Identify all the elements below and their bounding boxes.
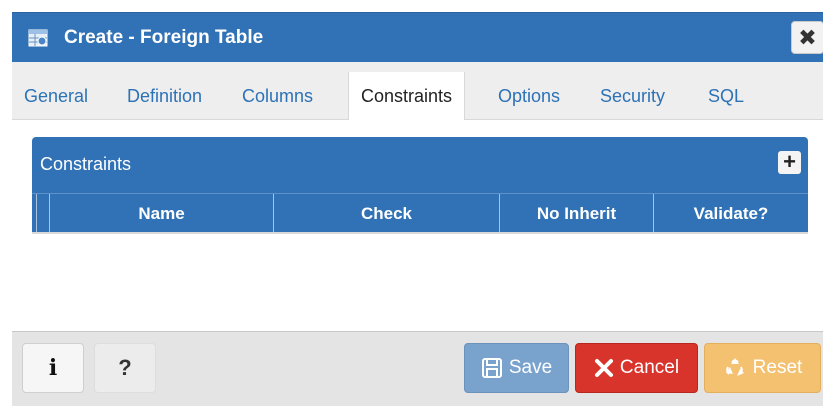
table-divider bbox=[32, 232, 808, 234]
save-button[interactable]: Save bbox=[464, 343, 569, 393]
x-icon bbox=[594, 358, 614, 378]
tab-bar: General Definition Columns Constraints O… bbox=[12, 62, 823, 120]
tab-security[interactable]: Security bbox=[600, 86, 665, 107]
info-icon: i bbox=[48, 355, 58, 381]
dialog-titlebar[interactable]: Create - Foreign Table ✖ bbox=[12, 12, 823, 62]
tab-options[interactable]: Options bbox=[498, 86, 560, 107]
close-button[interactable]: ✖ bbox=[791, 21, 823, 54]
row-select-column bbox=[36, 194, 49, 233]
tab-sql[interactable]: SQL bbox=[708, 86, 744, 107]
dialog-title: Create - Foreign Table bbox=[64, 27, 264, 48]
reset-label: Reset bbox=[752, 357, 803, 378]
constraints-panel-header: Constraints + bbox=[32, 137, 808, 193]
close-icon: ✖ bbox=[798, 24, 817, 50]
reset-button[interactable]: Reset bbox=[704, 343, 821, 393]
save-icon bbox=[481, 357, 503, 379]
column-header-validate[interactable]: Validate? bbox=[653, 194, 808, 233]
column-header-no-inherit[interactable]: No Inherit bbox=[499, 194, 653, 233]
constraints-panel-title: Constraints bbox=[40, 154, 132, 174]
plus-icon: + bbox=[783, 149, 796, 174]
cancel-label: Cancel bbox=[619, 357, 680, 378]
tab-columns[interactable]: Columns bbox=[242, 86, 313, 107]
foreign-table-icon bbox=[28, 29, 48, 47]
tab-definition[interactable]: Definition bbox=[127, 86, 202, 107]
constraints-table-header: Name Check No Inherit Validate? bbox=[32, 193, 808, 233]
info-button[interactable]: i bbox=[22, 343, 84, 393]
help-icon: ? bbox=[118, 355, 132, 380]
add-constraint-button[interactable]: + bbox=[778, 151, 801, 174]
help-button[interactable]: ? bbox=[94, 343, 156, 393]
tab-general[interactable]: General bbox=[24, 86, 88, 107]
recycle-icon bbox=[723, 356, 747, 380]
create-foreign-table-dialog: Create - Foreign Table ✖ General Definit… bbox=[0, 0, 823, 406]
tab-constraints[interactable]: Constraints bbox=[348, 72, 466, 120]
cancel-button[interactable]: Cancel bbox=[575, 343, 698, 393]
save-label: Save bbox=[508, 357, 553, 378]
dialog-footer: i ? Save Cancel Reset bbox=[12, 331, 823, 406]
column-header-name[interactable]: Name bbox=[49, 194, 273, 233]
column-header-check[interactable]: Check bbox=[273, 194, 499, 233]
